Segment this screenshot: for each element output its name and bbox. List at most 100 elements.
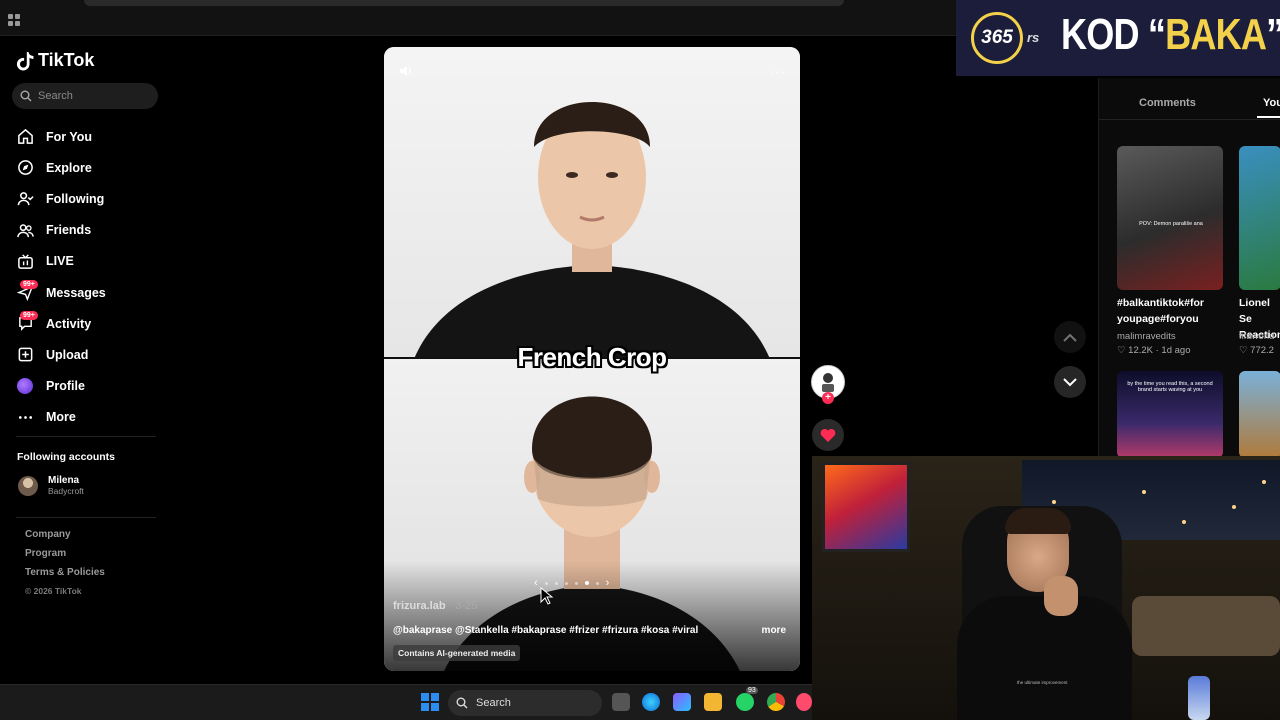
promo-code: BAKA [1165,10,1267,59]
carousel-dot-active [584,581,589,585]
video-player[interactable]: ··· French Crop ‹ › frizura.lab · 3-25 @… [384,47,800,671]
video-date: · 3-25 [448,600,478,612]
tiktok-note-icon [16,51,34,70]
shirt-text: the ultimate improvement [1017,680,1068,685]
friends-icon [16,221,34,239]
taskbar-search[interactable]: Search [448,690,602,716]
video-options-icon[interactable]: ··· [769,63,786,79]
footer-links: Company Program Terms & Policies © 2026 … [25,529,105,605]
webcam-overlay: the ultimate improvement [812,456,1280,720]
recommended-stats: ♡ 12.2K · 1d ago [1117,345,1191,356]
task-view-icon[interactable] [612,693,630,711]
search-icon [456,697,468,709]
nav-explore[interactable]: Explore [0,152,170,183]
video-author[interactable]: frizura.lab · 3-25 [393,600,477,612]
like-button[interactable] [812,419,844,451]
recommended-thumbnail[interactable] [1239,371,1280,458]
nav-label: For You [46,129,93,144]
taskbar-search-label: Search [476,697,511,709]
follow-plus-icon[interactable]: + [822,392,834,404]
next-video-button[interactable] [1054,366,1086,398]
promo-suffix: ” [1266,10,1280,59]
creator-logo-icon [822,373,834,392]
chrome-icon[interactable] [767,693,785,711]
nav-profile[interactable]: Profile [0,371,170,402]
tab-you[interactable]: You [1263,97,1280,109]
windows-taskbar: Search 93 [0,684,812,720]
recommended-stats: ♡ 772.2 [1239,345,1274,356]
footer-link-program[interactable]: Program [25,548,105,567]
copilot-icon[interactable] [673,693,691,711]
carousel-dot [595,581,599,585]
address-bar[interactable] [84,0,844,6]
sponsor-banner: 365 rs KOD “BAKA” [956,0,1280,76]
logo-text: TikTok [38,50,95,70]
nav-friends[interactable]: Friends [0,215,170,246]
activity-badge: 99+ [20,310,38,320]
nav-label: Following [46,191,105,206]
footer-link-company[interactable]: Company [25,529,105,548]
app-icon[interactable] [796,693,812,711]
nav-for-you[interactable]: For You [0,121,170,152]
search-input[interactable] [38,90,138,102]
file-explorer-icon[interactable] [704,693,722,711]
whatsapp-icon[interactable]: 93 [736,687,758,711]
nav-following[interactable]: Following [0,183,170,214]
nav-upload[interactable]: Upload [0,339,170,370]
webcam-person-hand [1044,576,1078,616]
nav-label: Friends [46,223,92,238]
upload-icon [16,346,34,364]
video-caption-overlay: French Crop [517,342,667,372]
recommended-author[interactable]: fifaworld [1239,331,1280,342]
mouse-cursor-icon [540,587,554,605]
video-frame-front: ··· [384,47,800,359]
author-name: frizura.lab [393,600,446,612]
side-panel: Comments You POV: Demon parališe ana #ba… [1098,78,1280,458]
windows-start-icon[interactable] [421,693,439,711]
webcam-person-body [957,596,1132,720]
tiktok-logo[interactable]: TikTok [16,50,94,71]
nav-label: More [46,410,76,425]
recommended-thumbnail[interactable]: POV: Demon parališe ana [1117,146,1223,290]
nav-more[interactable]: More [0,402,170,433]
live-icon [16,252,34,270]
recommended-thumbnail[interactable]: by the time you read this, a second bran… [1117,371,1223,458]
more-link[interactable]: more [762,625,786,636]
brand-logo: 365 [971,12,1023,64]
messages-badge: 99+ [20,279,38,289]
whatsapp-badge: 93 [746,687,758,694]
edge-browser-icon[interactable] [642,693,660,711]
apps-grid-icon[interactable] [8,14,20,26]
webcam-bottle [1188,676,1210,720]
search-box[interactable] [12,83,158,109]
recommended-author[interactable]: malimravedits [1117,331,1176,342]
recommended-title[interactable]: #balkantiktok#for youpage#foryou [1117,295,1229,327]
previous-video-button[interactable] [1054,321,1086,353]
carousel-next-icon[interactable]: › [606,577,610,589]
promo-prefix: KOD “ [1061,10,1166,59]
home-icon [16,128,34,146]
nav-messages[interactable]: 99+ Messages [0,277,170,308]
recommended-thumbnail[interactable] [1239,146,1280,290]
footer-link-terms[interactable]: Terms & Policies [25,567,105,586]
brand-suffix: rs [1027,30,1040,45]
mute-icon[interactable] [398,63,414,79]
nav-label: Explore [46,160,92,175]
sidebar-divider [16,517,156,518]
panel-tabs: Comments You [1099,78,1280,120]
sidebar-divider [16,436,156,437]
carousel-prev-icon[interactable]: ‹ [534,577,538,589]
nav-activity[interactable]: 99+ Activity [0,308,170,339]
tab-comments[interactable]: Comments [1139,97,1196,109]
chevron-down-icon [1063,377,1077,386]
chevron-up-icon [1063,333,1077,342]
nav-label: LIVE [46,254,74,269]
main-nav: For You Explore Following Friends LIVE 9… [0,121,170,433]
thumbnail-caption: by the time you read this, a second bran… [1127,381,1213,393]
webcam-tv [822,462,910,552]
nav-live[interactable]: LIVE [0,246,170,277]
following-accounts-title: Following accounts [17,451,116,463]
carousel-dot [574,581,578,585]
heart-icon [820,428,836,442]
following-account[interactable]: Milena Badycroft [18,475,84,496]
